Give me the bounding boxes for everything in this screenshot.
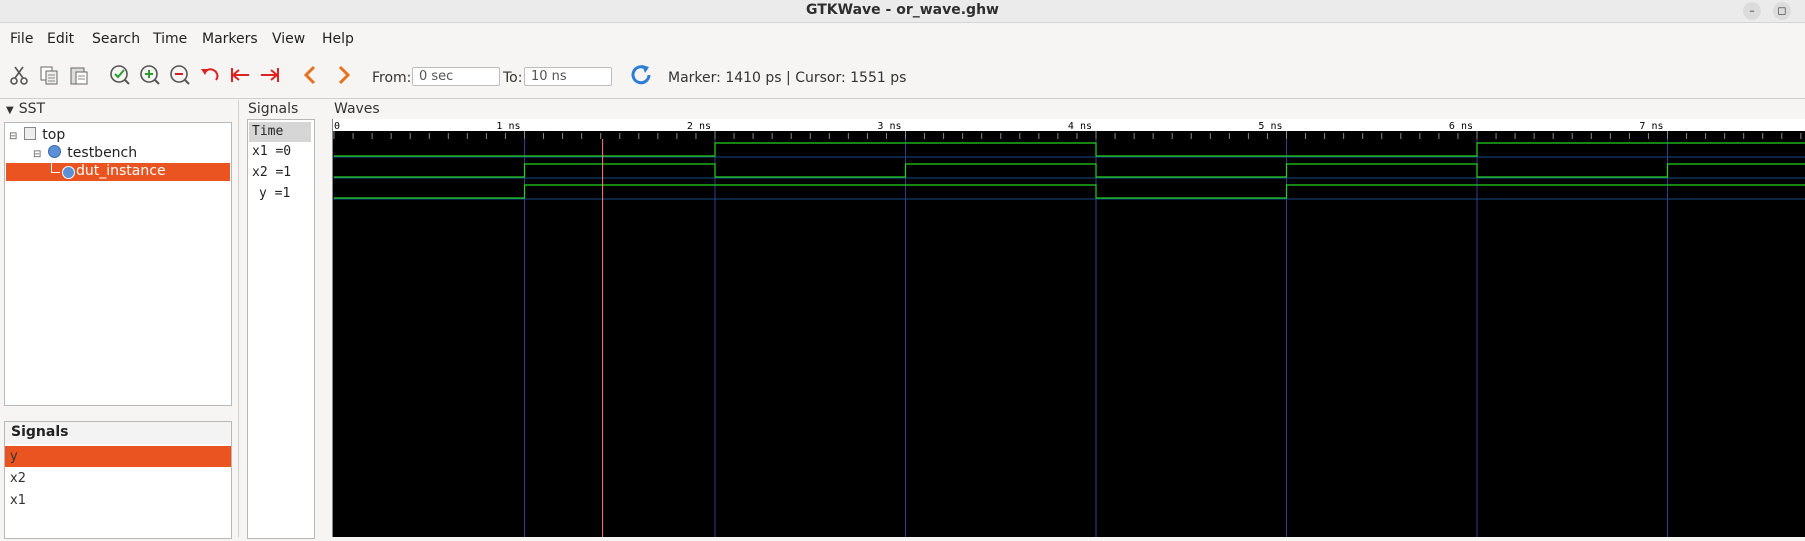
ruler-tick-label: 6 ns bbox=[1449, 121, 1473, 132]
from-time-input[interactable] bbox=[412, 67, 500, 86]
sst-header[interactable]: ▼ SST bbox=[6, 101, 45, 117]
zoom-out-icon[interactable] bbox=[169, 64, 191, 86]
waveform-y bbox=[334, 184, 1805, 199]
menu-bar: File Edit Search Time Markers View Help bbox=[0, 23, 1805, 52]
menu-view[interactable]: View bbox=[272, 31, 305, 47]
toolbar-divider bbox=[0, 98, 1805, 99]
signal-names-pane: Time x1 =0 x2 =1 y =1 bbox=[247, 119, 315, 539]
find-next-edge-icon[interactable] bbox=[332, 64, 354, 86]
waveform-x1 bbox=[334, 142, 1805, 157]
from-label: From: bbox=[372, 70, 412, 86]
toolbar: From: To: Marker: 1410 ps | Cursor: 1551… bbox=[0, 54, 1805, 98]
menu-markers[interactable]: Markers bbox=[202, 31, 258, 47]
ruler-tick-label: 1 ns bbox=[496, 121, 520, 132]
title-bar: GTKWave - or_wave.ghw – ◻ bbox=[0, 0, 1805, 23]
ruler-tick-label: 3 ns bbox=[877, 121, 901, 132]
waves-pane[interactable]: 0 1 ns 2 ns 3 ns 4 ns 5 ns 6 ns 7 ns bbox=[332, 119, 1805, 537]
sst-title: SST bbox=[18, 101, 46, 117]
waves-header: Waves bbox=[334, 101, 380, 117]
menu-search[interactable]: Search bbox=[92, 31, 140, 47]
ruler-tick-label: 7 ns bbox=[1639, 121, 1663, 132]
copy-icon[interactable] bbox=[38, 64, 60, 86]
to-time-input[interactable] bbox=[524, 67, 612, 86]
tree-branch-line bbox=[51, 163, 60, 173]
signal-item-x1[interactable]: x1 bbox=[5, 490, 231, 511]
signal-item-y[interactable]: y bbox=[5, 446, 231, 467]
tree-item-label: top bbox=[42, 127, 66, 143]
signals-list-title: Signals bbox=[11, 424, 69, 440]
module-icon bbox=[23, 127, 36, 140]
undo-zoom-icon[interactable] bbox=[199, 64, 221, 86]
signal-name-y[interactable]: y =1 bbox=[249, 184, 311, 204]
waveform-canvas[interactable]: 0 1 ns 2 ns 3 ns 4 ns 5 ns 6 ns 7 ns bbox=[333, 119, 1805, 537]
time-row-label: Time bbox=[249, 122, 311, 142]
module-icon bbox=[47, 145, 61, 158]
zoom-in-icon[interactable] bbox=[139, 64, 161, 86]
zoom-to-start-icon[interactable] bbox=[229, 64, 251, 86]
tree-item-testbench[interactable]: ⊟ testbench bbox=[33, 145, 137, 161]
signals-list-header: Signals bbox=[5, 422, 231, 444]
ruler-tick-label: 2 ns bbox=[687, 121, 711, 132]
ruler-tick-label: 4 ns bbox=[1068, 121, 1092, 132]
signals-list-panel: Signals y x2 x1 bbox=[4, 421, 232, 539]
reload-icon[interactable] bbox=[628, 62, 654, 88]
cut-icon[interactable] bbox=[8, 64, 30, 86]
ruler-tick-label: 5 ns bbox=[1258, 121, 1282, 132]
marker-cursor-status: Marker: 1410 ps | Cursor: 1551 ps bbox=[668, 70, 907, 86]
tree-item-label: dut_instance bbox=[76, 163, 166, 179]
signal-name-x2[interactable]: x2 =1 bbox=[249, 163, 311, 183]
tree-item-top[interactable]: ⊟ top bbox=[9, 127, 65, 143]
sst-tree: ⊟ top ⊟ testbench dut_instance bbox=[4, 122, 232, 406]
collapse-triangle-icon[interactable]: ▼ bbox=[6, 105, 14, 116]
tree-item-label: testbench bbox=[67, 145, 138, 161]
zoom-to-end-icon[interactable] bbox=[259, 64, 281, 86]
paste-icon[interactable] bbox=[68, 64, 90, 86]
maximize-button[interactable]: ◻ bbox=[1773, 2, 1791, 20]
to-label: To: bbox=[503, 70, 523, 86]
minimize-button[interactable]: – bbox=[1743, 2, 1761, 20]
find-previous-edge-icon[interactable] bbox=[300, 64, 322, 86]
menu-time[interactable]: Time bbox=[153, 31, 187, 47]
zoom-fit-icon[interactable] bbox=[109, 64, 131, 86]
tree-collapse-icon[interactable]: ⊟ bbox=[9, 131, 17, 142]
ruler-tick-label: 0 bbox=[334, 121, 340, 132]
window-title: GTKWave - or_wave.ghw bbox=[806, 2, 999, 18]
signal-item-x2[interactable]: x2 bbox=[5, 468, 231, 489]
module-icon bbox=[62, 166, 75, 179]
menu-file[interactable]: File bbox=[10, 31, 33, 47]
menu-help[interactable]: Help bbox=[322, 31, 354, 47]
signal-name-x1[interactable]: x1 =0 bbox=[249, 142, 311, 162]
tree-item-dut-instance[interactable]: dut_instance bbox=[6, 163, 230, 181]
tree-collapse-icon[interactable]: ⊟ bbox=[33, 149, 41, 160]
signal-names-header: Signals bbox=[248, 101, 299, 117]
waveform-x2 bbox=[334, 163, 1805, 178]
menu-edit[interactable]: Edit bbox=[47, 31, 74, 47]
pane-divider[interactable] bbox=[238, 100, 239, 537]
